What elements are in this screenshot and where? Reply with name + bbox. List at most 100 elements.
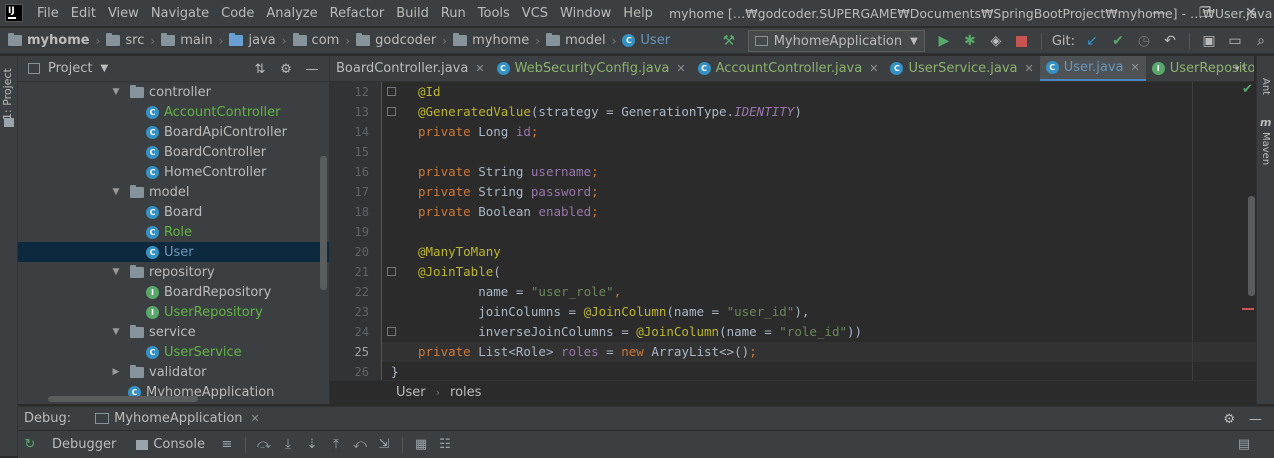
structure-icon[interactable]	[4, 118, 14, 127]
editor-crumb-field[interactable]: roles	[450, 385, 481, 400]
code-line[interactable]: @GeneratedValue(strategy = GenerationTyp…	[382, 102, 1256, 122]
breadcrumb-java[interactable]: java	[225, 33, 279, 48]
menu-file[interactable]: File	[31, 6, 65, 21]
presentation-icon[interactable]: ▭	[1224, 30, 1246, 52]
step-into-icon[interactable]: ⤓	[276, 433, 300, 457]
tree-package-service[interactable]: ▼ service	[18, 322, 329, 342]
project-tree-scrollbar[interactable]	[320, 156, 327, 290]
code-line[interactable]: name = "user_role",	[382, 282, 1256, 302]
editor-scrollbar[interactable]	[1248, 196, 1255, 296]
close-icon[interactable]: ✕	[251, 412, 260, 425]
minimize-button[interactable]: —	[1136, 0, 1182, 26]
code-line[interactable]: @JoinTable(	[382, 262, 1256, 282]
tree-item-boardcontroller[interactable]: C BoardController	[18, 142, 329, 162]
tree-item-userservice[interactable]: C UserService	[18, 342, 329, 362]
breadcrumb-com[interactable]: com	[289, 33, 344, 48]
menu-window[interactable]: Window	[554, 6, 617, 21]
code-line[interactable]: @Id	[382, 82, 1256, 102]
error-stripe-marker[interactable]	[1242, 308, 1254, 310]
gear-icon[interactable]: ⚙	[273, 62, 299, 77]
collapse-arrow-icon[interactable]: ▶	[110, 367, 122, 377]
breadcrumb-main[interactable]: main	[157, 33, 216, 48]
run-configuration-select[interactable]: MyhomeApplication ▼	[747, 30, 925, 52]
maven-icon[interactable]: m	[1260, 116, 1271, 129]
code-line[interactable]: @ManyToMany	[382, 242, 1256, 262]
hide-panel-icon[interactable]: —	[1249, 412, 1262, 427]
breadcrumb-myhome[interactable]: myhome	[4, 33, 94, 48]
breadcrumb-user[interactable]: C User	[618, 33, 674, 48]
step-out-icon[interactable]: ⤒	[324, 433, 348, 457]
expand-arrow-icon[interactable]: ▼	[110, 327, 122, 337]
project-tree-horizontal-scrollbar[interactable]	[48, 396, 198, 402]
run-to-cursor-icon[interactable]: ⇲	[372, 433, 396, 457]
fold-marker-icon[interactable]	[387, 327, 396, 336]
menu-vcs[interactable]: VCS	[516, 6, 554, 21]
tree-item-homecontroller[interactable]: C HomeController	[18, 162, 329, 182]
fold-marker-icon[interactable]	[387, 267, 396, 276]
close-icon[interactable]: ✕	[869, 62, 878, 75]
drop-frame-icon[interactable]: ⤺	[348, 433, 372, 457]
tree-item-accountcontroller[interactable]: C AccountController	[18, 102, 329, 122]
close-icon[interactable]: ✕	[475, 62, 484, 75]
breadcrumb-src[interactable]: src	[102, 33, 148, 48]
frames-menu-icon[interactable]: ≡	[215, 433, 239, 457]
close-icon[interactable]: ✕	[1024, 62, 1033, 75]
coverage-shield-icon[interactable]: ◈	[985, 30, 1007, 52]
code-line[interactable]: private String username;	[382, 162, 1256, 182]
tab-overflow-button[interactable]: ▾ ⁵	[1235, 56, 1246, 81]
editor-crumb-class[interactable]: User	[396, 385, 426, 400]
tree-package-validator[interactable]: ▶ validator	[18, 362, 329, 382]
close-icon[interactable]: ✕	[1131, 61, 1140, 74]
code-editor[interactable]: 12 13 14 15 16 17 18 19 20 21 22 23 24 25 26 @Id @Gener…	[330, 82, 1256, 380]
build-hammer-icon[interactable]: ⚒	[718, 30, 740, 52]
tree-item-board[interactable]: C Board	[18, 202, 329, 222]
breadcrumb-myhome[interactable]: myhome	[449, 33, 533, 48]
step-over-icon[interactable]: ⤼	[252, 433, 276, 457]
expand-arrow-icon[interactable]: ▼	[110, 267, 122, 277]
menu-help[interactable]: Help	[617, 6, 659, 21]
code-line[interactable]: private Long id;	[382, 122, 1256, 142]
tree-item-role[interactable]: C Role	[18, 222, 329, 242]
search-icon[interactable]: ⌕	[1250, 30, 1272, 52]
ant-tool-window-button[interactable]: Ant	[1260, 78, 1271, 95]
gear-icon[interactable]: ⚙	[1223, 412, 1235, 427]
menu-view[interactable]: View	[102, 6, 145, 21]
run-icon[interactable]: ▶	[933, 30, 955, 52]
tree-item-user[interactable]: C User	[18, 242, 329, 262]
git-rollback-icon[interactable]: ↶	[1159, 30, 1181, 52]
breadcrumb-model[interactable]: model	[542, 33, 609, 48]
tree-package-controller[interactable]: ▼ controller	[18, 82, 329, 102]
menu-code[interactable]: Code	[215, 6, 260, 21]
tab-accountcontroller[interactable]: C AccountController.java ✕	[692, 56, 885, 81]
debug-session-tab[interactable]: MyhomeApplication ✕	[89, 407, 266, 431]
tree-item-boardrepository[interactable]: I BoardRepository	[18, 282, 329, 302]
code-line[interactable]: inverseJoinColumns = @JoinColumn(name = …	[382, 322, 1256, 342]
fold-marker-icon[interactable]	[387, 87, 396, 96]
code-line[interactable]: private Boolean enabled;	[382, 202, 1256, 222]
tab-userservice[interactable]: C UserService.java ✕	[884, 56, 1039, 81]
breadcrumb-godcoder[interactable]: godcoder	[352, 33, 440, 48]
project-panel-title[interactable]: Project	[48, 61, 92, 76]
tab-debugger[interactable]: Debugger	[42, 431, 126, 458]
expand-arrow-icon[interactable]: ▼	[110, 187, 122, 197]
tree-item-boardapicontroller[interactable]: C BoardApiController	[18, 122, 329, 142]
menu-analyze[interactable]: Analyze	[260, 6, 323, 21]
fold-marker-icon[interactable]	[387, 107, 396, 116]
project-structure-icon[interactable]: ▣	[1198, 30, 1220, 52]
hide-panel-icon[interactable]: —	[299, 62, 325, 77]
code-line[interactable]: private List<Role> roles = new ArrayList…	[382, 342, 1256, 362]
menu-run[interactable]: Run	[435, 6, 472, 21]
code-line[interactable]: private String password;	[382, 182, 1256, 202]
tab-user[interactable]: C User.java ✕	[1039, 56, 1146, 81]
close-icon[interactable]: ✕	[676, 62, 685, 75]
maven-tool-window-button[interactable]: Maven	[1260, 132, 1271, 165]
menu-build[interactable]: Build	[390, 6, 435, 21]
trace-icon[interactable]: ☷	[433, 433, 457, 457]
close-button[interactable]: ✕	[1228, 0, 1274, 26]
menu-edit[interactable]: Edit	[65, 6, 102, 21]
tree-package-model[interactable]: ▼ model	[18, 182, 329, 202]
tree-package-repository[interactable]: ▼ repository	[18, 262, 329, 282]
project-tool-window-button[interactable]: 1: Project	[1, 68, 14, 120]
git-update-icon[interactable]: ↙	[1081, 30, 1103, 52]
menu-navigate[interactable]: Navigate	[145, 6, 215, 21]
